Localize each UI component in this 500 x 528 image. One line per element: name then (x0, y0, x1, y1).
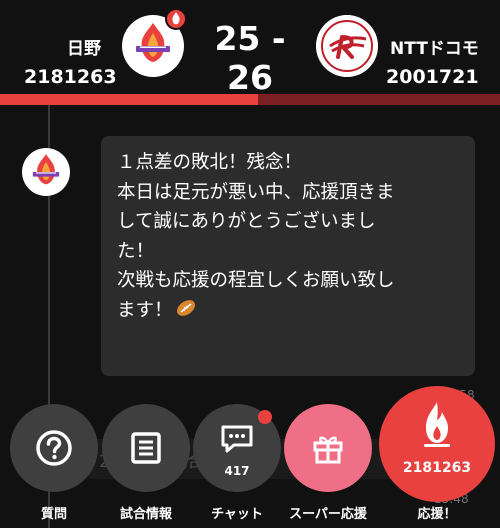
cheer-count: 2181263 (402, 460, 472, 476)
team-avatar (22, 148, 70, 196)
chat-notification-dot (258, 410, 272, 424)
message-line-text: ます！ (117, 299, 173, 321)
question-label: 質問 (40, 507, 67, 522)
rugby-ball-icon (175, 297, 197, 329)
chat-count: 417 (224, 464, 250, 478)
home-team-points: 2181263 (24, 66, 117, 88)
message-line: た！ (117, 240, 155, 262)
away-team-name: NTTドコモ (390, 39, 479, 59)
home-flame-badge (165, 8, 187, 30)
message-line: 次戦も応援の程宜しくお願い致し (117, 270, 395, 291)
super-cheer-label: スーパー応援 (289, 507, 367, 522)
away-team-logo[interactable] (316, 15, 378, 77)
document-lines-icon (131, 432, 161, 464)
super-cheer-button[interactable] (284, 404, 372, 492)
match-score: 25 - 26 (214, 19, 286, 97)
home-team-name: 日野 (67, 39, 101, 59)
chat-label: チャット (211, 507, 263, 522)
gift-box-icon (313, 436, 343, 464)
scoreboard: 日野 2181263 25 - 26 NTTドコモ 2001721 (0, 0, 500, 97)
question-circle-icon (36, 430, 72, 466)
question-button[interactable] (10, 404, 98, 492)
away-team-points: 2001721 (386, 66, 479, 88)
message-line: して誠にありがとうございまし (117, 211, 376, 232)
message-bubble: １点差の敗北！残念！ 本日は足元が悪い中、応援頂きま して誠にありがとうございま… (101, 136, 475, 376)
message-line: 本日は足元が悪い中、応援頂きま (117, 181, 395, 203)
flame-icon (424, 402, 450, 447)
speech-bubble-icon (221, 425, 253, 453)
home-support-bar (0, 94, 258, 105)
cheer-button[interactable] (379, 386, 495, 502)
cheer-label: 応援！ (417, 507, 457, 522)
match-info-button[interactable] (102, 404, 190, 492)
match-info-label: 試合情報 (119, 507, 172, 522)
message-line: １点差の敗北！残念！ (117, 152, 303, 173)
message-line-last: ます！ (117, 296, 459, 329)
away-support-bar (258, 94, 500, 105)
